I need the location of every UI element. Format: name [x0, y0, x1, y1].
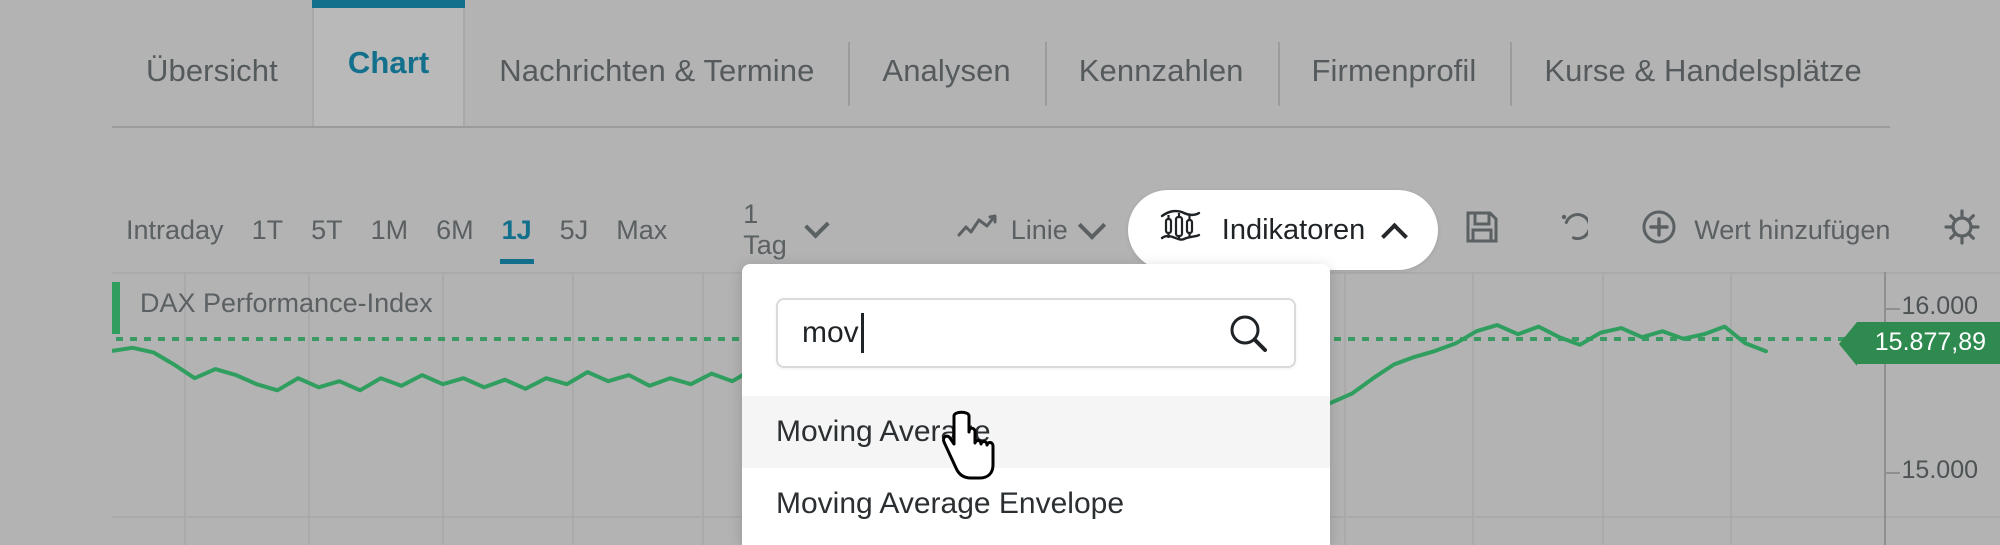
tab-label: Nachrichten & Termine: [499, 53, 815, 88]
tab-analysen[interactable]: Analysen: [848, 16, 1044, 126]
range-label: Max: [616, 214, 668, 245]
range-label: 1M: [370, 214, 409, 245]
line-chart-icon: [957, 213, 997, 248]
tab-label: Analysen: [882, 53, 1011, 88]
range-5t[interactable]: 5T: [297, 211, 357, 250]
axis-label-upper: 16.000: [1901, 292, 1978, 320]
axis-label-lower: 15.000: [1901, 456, 1978, 484]
result-item-moving-average[interactable]: Moving Average: [742, 396, 1330, 468]
range-1t[interactable]: 1T: [238, 211, 298, 250]
search-text: mov: [802, 316, 859, 349]
interval-dropdown[interactable]: 1 Tag: [743, 199, 830, 261]
range-max[interactable]: Max: [602, 211, 681, 250]
tab-label: Kennzahlen: [1078, 53, 1244, 88]
range-label: 1T: [251, 214, 284, 245]
range-label: Intraday: [126, 214, 224, 245]
result-label: Moving Average Envelope: [776, 487, 1125, 520]
indicators-icon: [1158, 206, 1202, 254]
chevron-up-icon: [1381, 222, 1409, 250]
main-tab-bar: Übersicht Chart Nachrichten & Termine An…: [112, 0, 1890, 128]
axis-tick: [1886, 308, 1900, 310]
tab-kurse-handelsplaetze[interactable]: Kurse & Handelsplätze: [1510, 16, 1895, 126]
tab-label: Chart: [347, 45, 430, 80]
save-button[interactable]: [1438, 209, 1526, 252]
axis-tick: [1886, 472, 1900, 474]
result-item-moving-average-envelope[interactable]: Moving Average Envelope: [742, 468, 1330, 540]
chart-type-label: Linie: [1010, 214, 1068, 245]
gear-icon: [1942, 207, 1982, 254]
range-intraday[interactable]: Intraday: [112, 211, 238, 250]
chevron-down-icon: [804, 213, 830, 239]
tab-label: Kurse & Handelsplätze: [1544, 53, 1862, 88]
tab-nachrichten-termine[interactable]: Nachrichten & Termine: [465, 16, 848, 126]
last-price-badge: 15.877,89: [1838, 322, 2000, 366]
range-1m[interactable]: 1M: [357, 211, 423, 250]
toolbar-actions: Wert hinzufügen: [1438, 207, 2000, 254]
time-range-group: Intraday 1T 5T 1M 6M 1J 5J Max: [112, 211, 681, 264]
range-6m[interactable]: 6M: [422, 211, 488, 250]
interval-label: 1 Tag: [743, 199, 787, 260]
result-label: Moving Average: [776, 415, 991, 448]
tab-label: Firmenprofil: [1311, 53, 1477, 88]
reset-button[interactable]: [1526, 209, 1614, 252]
search-input-value: mov: [778, 313, 864, 353]
indicator-results-list: Moving Average Moving Average Envelope: [742, 396, 1330, 540]
chart-page: Übersicht Chart Nachrichten & Termine An…: [0, 0, 2000, 545]
add-value-label: Wert hinzufügen: [1694, 214, 1891, 245]
add-value-button[interactable]: Wert hinzufügen: [1614, 208, 1916, 253]
tab-firmenprofil[interactable]: Firmenprofil: [1277, 16, 1511, 126]
range-1j[interactable]: 1J: [488, 211, 546, 264]
search-icon[interactable]: [1226, 311, 1270, 355]
tab-label: Übersicht: [146, 53, 278, 88]
range-label: 6M: [436, 214, 474, 245]
text-caret: [860, 313, 864, 353]
price-axis: [1884, 272, 1886, 545]
chevron-down-icon: [1077, 211, 1106, 240]
chart-type-dropdown[interactable]: Linie: [957, 211, 1106, 248]
settings-button[interactable]: [1916, 207, 2000, 254]
range-5j[interactable]: 5J: [546, 211, 603, 250]
range-label: 5J: [559, 214, 589, 245]
indicators-label: Indikatoren: [1221, 213, 1366, 246]
chart-toolbar: Intraday 1T 5T 1M 6M 1J 5J Max 1 Tag Lin…: [112, 190, 1981, 270]
range-label: 5T: [311, 214, 343, 245]
tab-chart[interactable]: Chart: [311, 0, 466, 126]
indicator-search-panel: mov Moving Average Moving Average Envelo…: [742, 264, 1330, 545]
save-icon: [1464, 209, 1500, 252]
tab-uebersicht[interactable]: Übersicht: [112, 16, 312, 126]
plus-circle-icon: [1640, 208, 1678, 253]
tab-kennzahlen[interactable]: Kennzahlen: [1044, 16, 1278, 126]
indicators-button[interactable]: Indikatoren: [1127, 190, 1439, 270]
indicator-search-input[interactable]: mov: [776, 298, 1296, 368]
range-label: 1J: [501, 214, 532, 245]
undo-icon: [1552, 209, 1592, 252]
